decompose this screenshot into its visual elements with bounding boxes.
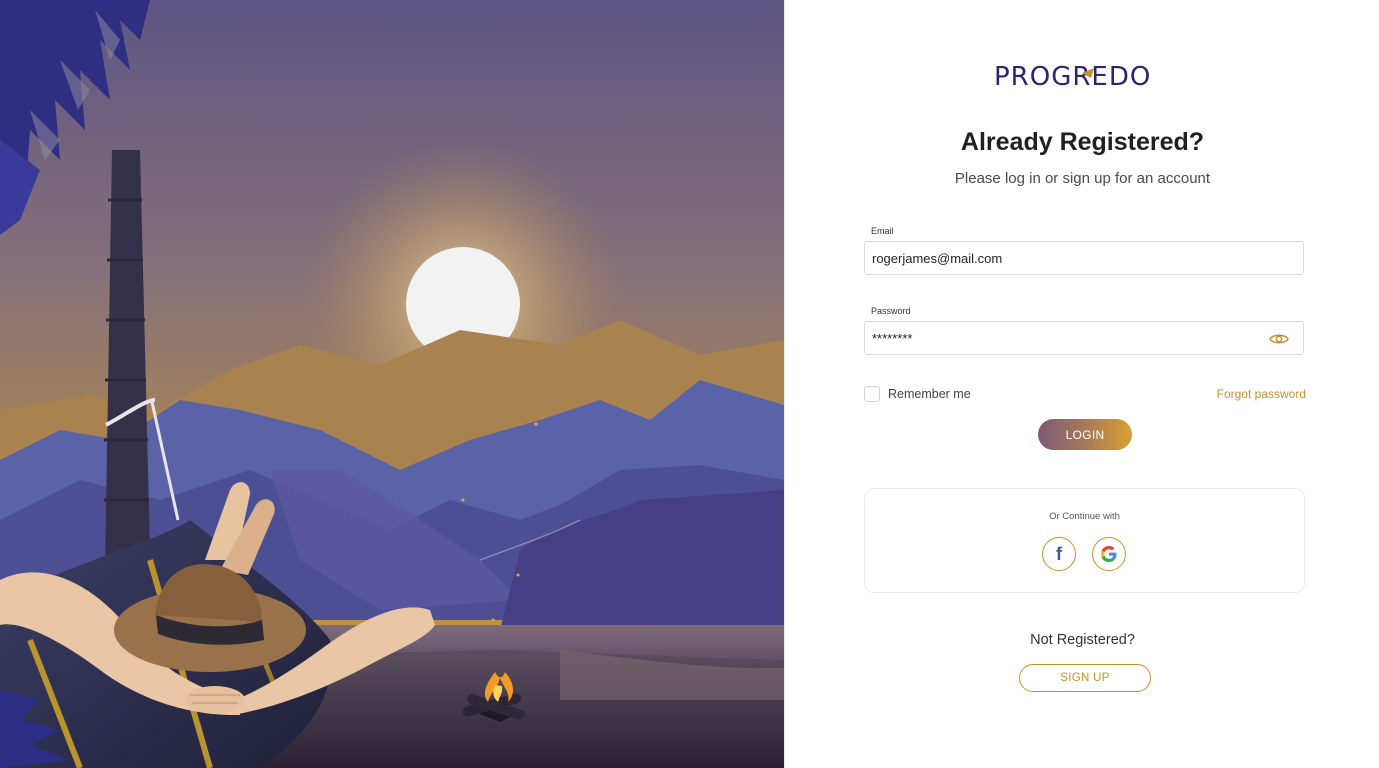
google-icon [1101, 546, 1117, 562]
facebook-icon: f [1056, 544, 1062, 564]
login-panel: PROGREDO Already Registered? Please log … [784, 0, 1379, 768]
remember-me-label: Remember me [888, 387, 971, 401]
logo-accent-mark-icon [1082, 68, 1094, 78]
forgot-password-link[interactable]: Forgot password [1217, 387, 1306, 401]
not-registered-text: Not Registered? [1030, 632, 1135, 648]
google-login-button[interactable] [1092, 537, 1126, 571]
sunset-hammock-illustration [0, 0, 784, 768]
signup-button[interactable]: SIGN UP [1019, 664, 1151, 692]
remember-me-checkbox[interactable] [864, 386, 880, 402]
email-input[interactable] [872, 242, 1252, 274]
password-field-wrapper [864, 321, 1304, 355]
brand-logo-text: PROGREDO [994, 62, 1152, 92]
page-title: Already Registered? [960, 128, 1205, 156]
social-login-card: Or Continue with f [864, 488, 1305, 593]
login-button[interactable]: LOGIN [1038, 419, 1132, 450]
hero-illustration [0, 0, 784, 768]
facebook-login-button[interactable]: f [1042, 537, 1076, 571]
continue-with-label: Or Continue with [1049, 511, 1120, 522]
password-input[interactable] [872, 322, 1252, 354]
page-subtitle: Please log in or sign up for an account [954, 170, 1211, 187]
show-password-eye-icon[interactable] [1269, 331, 1289, 347]
email-label: Email [871, 226, 894, 236]
password-label: Password [871, 306, 911, 316]
brand-logo: PROGREDO [994, 62, 1159, 94]
email-field-wrapper [864, 241, 1304, 275]
remember-me-row: Remember me [864, 385, 971, 403]
